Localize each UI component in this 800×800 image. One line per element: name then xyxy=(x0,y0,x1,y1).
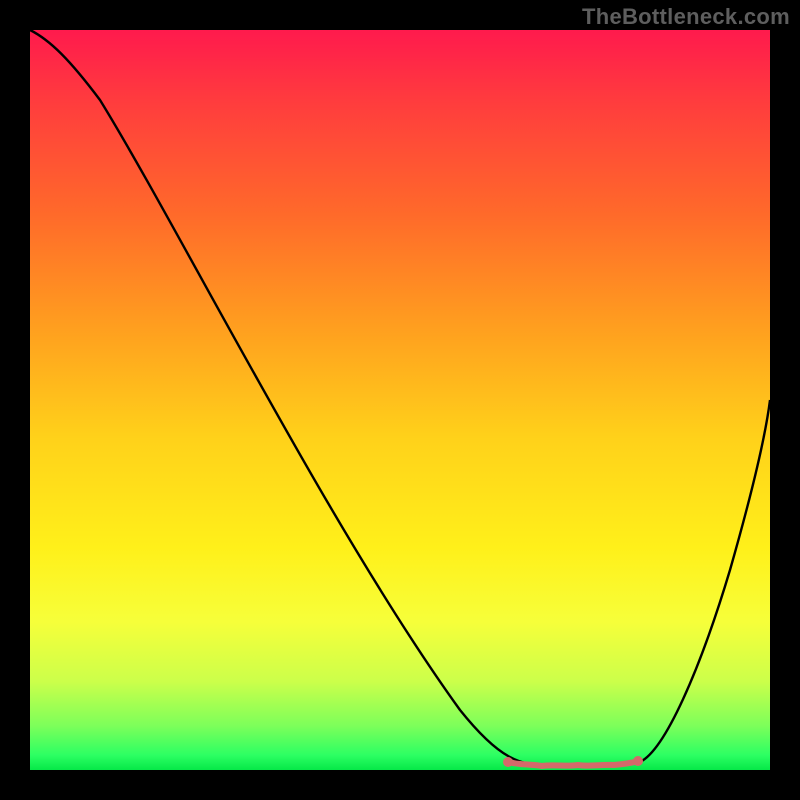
bottleneck-curve xyxy=(30,30,770,767)
valley-highlight-segment xyxy=(508,761,638,766)
curve-layer xyxy=(30,30,770,770)
valley-dot-right xyxy=(633,756,643,766)
chart-frame: TheBottleneck.com xyxy=(0,0,800,800)
watermark-text: TheBottleneck.com xyxy=(582,4,790,30)
valley-dot-left xyxy=(503,757,513,767)
